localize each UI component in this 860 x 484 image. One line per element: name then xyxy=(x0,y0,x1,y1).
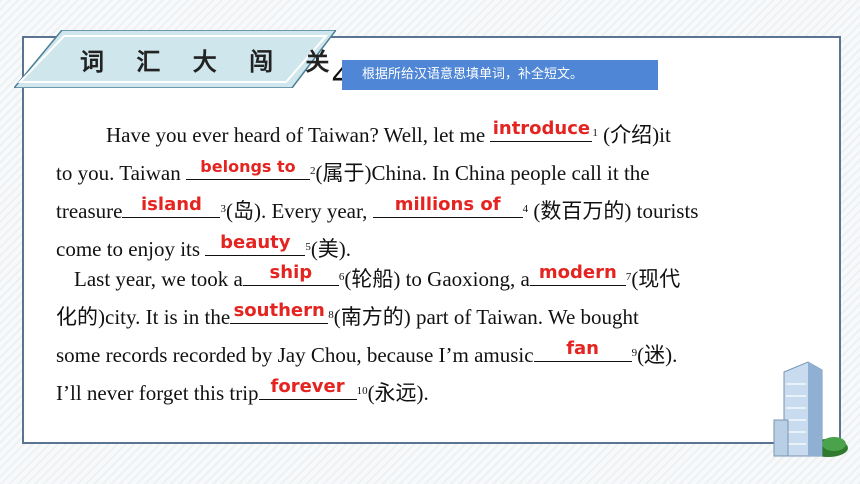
passage-text: some records recorded by Jay Chou, becau… xyxy=(56,343,534,367)
passage-text: Have you ever heard of Taiwan? Well, let… xyxy=(106,123,491,147)
chinese-hint: (美). xyxy=(310,237,352,261)
chinese-hint: (永远). xyxy=(367,381,429,405)
answer-blank[interactable]: introduce xyxy=(490,118,593,142)
answer-blank[interactable]: island xyxy=(122,194,221,218)
passage-text: come to enjoy its xyxy=(56,237,206,261)
section-title: 词 汇 大 闯 关 xyxy=(80,48,342,76)
passage-text: 化的)city. It is in the xyxy=(56,305,231,329)
answer-blank[interactable]: ship xyxy=(242,262,339,286)
chinese-hint: (属于)China. In China people call it the xyxy=(315,161,650,185)
answer-blank[interactable]: fan xyxy=(533,338,632,362)
chinese-hint: (轮船) to Gaoxiong, a xyxy=(344,267,530,291)
chinese-hint: (岛). Every year, xyxy=(225,199,373,223)
answer-blank[interactable]: forever xyxy=(258,376,357,400)
paragraph-2: Last year, we took a ship 6(轮船) to Gaoxion… xyxy=(56,259,796,411)
answer-blank[interactable]: belongs to xyxy=(185,157,310,180)
building-icon xyxy=(773,361,848,457)
blank-number: 10 xyxy=(356,385,368,397)
answer-text: belongs to xyxy=(200,157,296,176)
instruction-banner: 根据所给汉语意思填单词，补全短文。 xyxy=(342,60,658,90)
chinese-hint: (迷). xyxy=(637,343,678,367)
answer-text: millions of xyxy=(394,194,501,215)
answer-text: southern xyxy=(233,300,325,321)
answer-text: modern xyxy=(538,262,617,283)
answer-text: introduce xyxy=(492,118,591,139)
answer-text: forever xyxy=(270,376,345,397)
chinese-hint: (介绍)it xyxy=(597,123,671,147)
answer-blank[interactable]: southern xyxy=(230,300,329,324)
passage-text: treasure xyxy=(56,199,123,223)
chinese-hint: (现代 xyxy=(631,267,681,291)
answer-blank[interactable]: millions of xyxy=(372,194,523,218)
answer-text: ship xyxy=(269,262,313,283)
passage-text: I’ll never forget this trip xyxy=(56,381,259,405)
answer-blank[interactable]: modern xyxy=(529,262,626,286)
answer-text: fan xyxy=(566,338,599,359)
answer-text: island xyxy=(141,194,202,215)
answer-blank[interactable]: beauty xyxy=(205,232,306,256)
paragraph-1: Have you ever heard of Taiwan? Well, let… xyxy=(56,115,796,267)
answer-text: beauty xyxy=(220,232,291,253)
passage-text: Last year, we took a xyxy=(74,267,243,291)
passage-text: to you. Taiwan xyxy=(56,161,186,185)
chinese-hint: (南方的) part of Taiwan. We bought xyxy=(333,305,639,329)
chinese-hint: (数百万的) tourists xyxy=(528,199,699,223)
